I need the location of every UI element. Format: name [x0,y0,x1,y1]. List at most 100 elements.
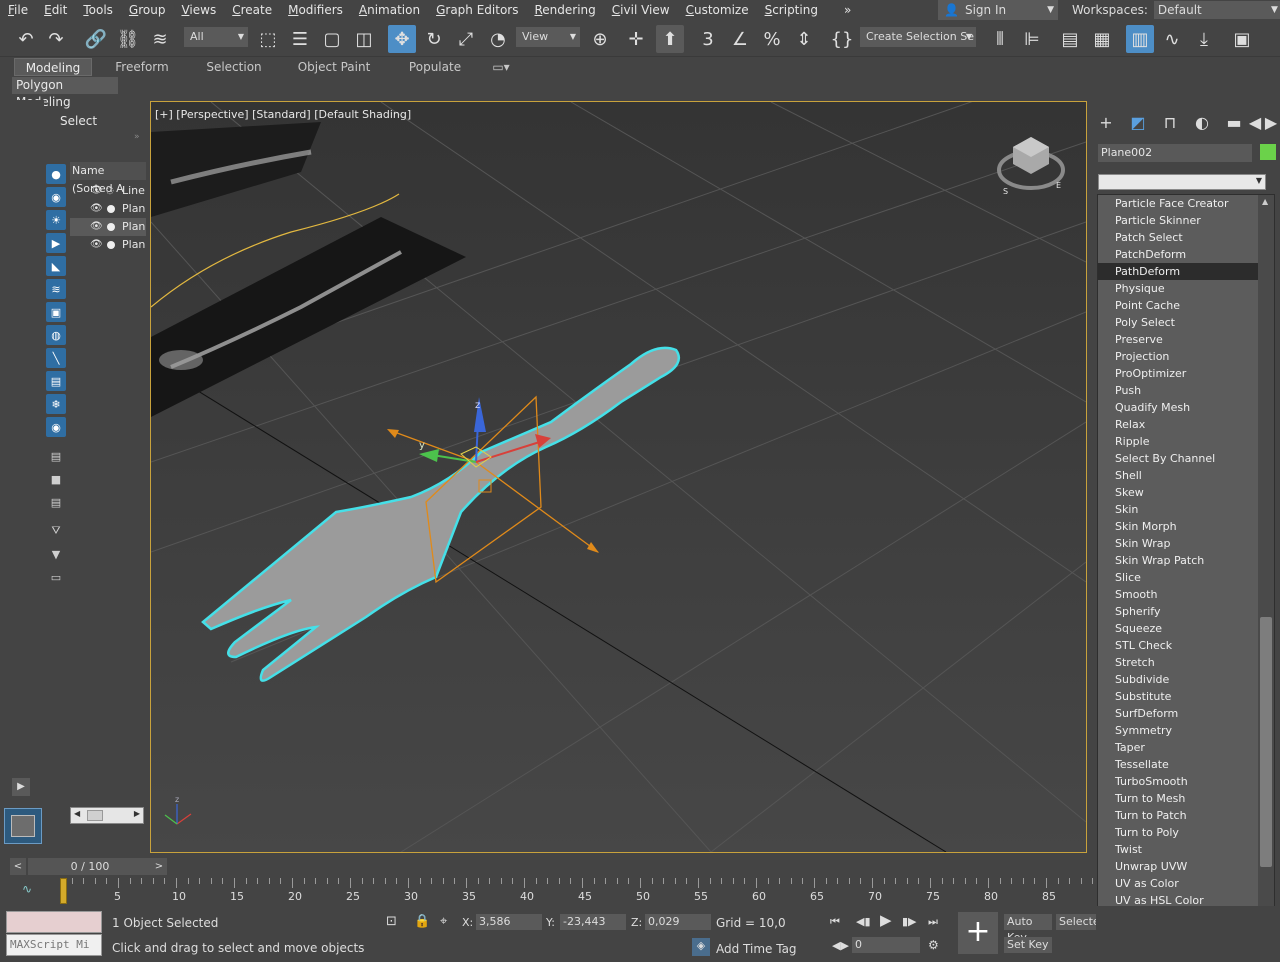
link-icon[interactable]: 🔗 [82,25,110,53]
angle-snap-icon[interactable]: ∠ [726,25,754,53]
schematic-view-icon[interactable]: ⤓ [1190,25,1218,53]
modifier-item[interactable]: SurfDeform [1098,705,1259,722]
redo-icon[interactable]: ↷ [42,25,70,53]
modifier-item[interactable]: Point Cache [1098,297,1259,314]
select-object-icon[interactable]: ⬚ [254,25,282,53]
modifier-list-dropdown[interactable]: ▼ [1098,174,1266,190]
curve-editor-toggle-icon[interactable]: ∿ [22,882,32,896]
undo-icon[interactable]: ↶ [12,25,40,53]
modifier-item[interactable]: UV as Color [1098,875,1259,892]
named-selection-dropdown[interactable]: Create Selection Se ▼ [860,27,976,47]
modifier-item[interactable]: Spherify [1098,603,1259,620]
rectangular-region-icon[interactable]: ▢ [318,25,346,53]
modifier-item[interactable]: Twist [1098,841,1259,858]
polygon-modeling-panel[interactable]: Polygon Modeling [12,77,118,109]
auto-key-button[interactable]: Auto Key [1004,914,1052,944]
list-icon[interactable]: ▤ [46,492,66,512]
eye-icon[interactable]: 👁 [90,236,103,254]
tab-selection[interactable]: Selection [192,58,276,76]
viewport-scene[interactable]: z y S E z [151,102,1086,852]
keyboard-shortcut-override-icon[interactable]: ⬆ [656,25,684,53]
window-crossing-icon[interactable]: ◫ [350,25,378,53]
scene-row-selected[interactable]: 👁 Plan [70,218,146,236]
modifier-item[interactable]: Substitute [1098,688,1259,705]
modifier-item[interactable]: Particle Skinner [1098,212,1259,229]
create-tab-icon[interactable]: + [1094,110,1118,134]
scroll-up-icon[interactable]: ▲ [1262,197,1268,206]
absolute-mode-icon[interactable]: ⌖ [440,914,447,930]
workspaces-dropdown[interactable]: Default ▼ [1153,1,1280,19]
align-icon[interactable]: ⊫ [1018,25,1046,53]
time-configuration-icon[interactable]: ⚙ [928,937,939,953]
layer-explorer-icon[interactable]: ▤ [1056,25,1084,53]
modifier-item[interactable]: Skew [1098,484,1259,501]
tab-object-paint[interactable]: Object Paint [286,58,382,76]
display-groups-icon[interactable]: ▣ [46,302,66,322]
dropdown-scrollbar-thumb[interactable] [1260,617,1272,867]
hierarchy-icon[interactable]: ▤ [46,446,66,466]
z-coordinate-field[interactable]: 0,029 [645,914,711,930]
scroll-left-icon[interactable]: ◀ [1248,110,1262,134]
menu-graph-editors[interactable]: Graph Editors [428,0,526,20]
motion-tab-icon[interactable]: ◐ [1190,110,1214,134]
display-spacewarps-icon[interactable]: ≋ [46,279,66,299]
play-animation-icon[interactable]: ▶ [880,912,892,928]
modifier-item[interactable]: Preserve [1098,331,1259,348]
modifier-item[interactable]: Ripple [1098,433,1259,450]
menu-animation[interactable]: Animation [351,0,428,20]
modify-tab-icon[interactable]: ◩ [1126,110,1150,134]
viewport-label[interactable]: [+] [Perspective] [Standard] [Default Sh… [155,108,411,121]
select-and-move-icon[interactable]: ✥ [388,25,416,53]
add-time-tag[interactable]: Add Time Tag [716,941,797,957]
modifier-item[interactable]: Push [1098,382,1259,399]
object-color-swatch[interactable] [1260,144,1276,160]
key-filter-dropdown[interactable]: Selecte [1056,914,1096,930]
menu-customize[interactable]: Customize [678,0,757,20]
layers-icon[interactable]: ■ [46,469,66,489]
modifier-dropdown-list[interactable]: Particle Face Creator Particle Skinner Pat… [1097,194,1275,950]
modifier-item[interactable]: Smooth [1098,586,1259,603]
select-and-rotate-icon[interactable]: ↻ [420,25,448,53]
timeline-track[interactable]: 5 10 15 20 25 30 35 40 45 50 55 60 65 70 75 80 85 [60,878,1095,904]
scrollbar-thumb[interactable] [87,810,103,821]
isolate-selection-icon[interactable]: ⊡ [386,914,397,930]
modifier-item[interactable]: Tessellate [1098,756,1259,773]
percent-snap-icon[interactable]: % [758,25,786,53]
select-by-name-icon[interactable]: ☰ [286,25,314,53]
key-mode-icon[interactable]: ◀▶ [832,938,849,954]
unlink-icon[interactable]: ⛓ [114,25,142,53]
snap-toggle-icon[interactable]: 3 [694,25,722,53]
curve-editor-icon[interactable]: ∿ [1158,25,1186,53]
modifier-item[interactable]: Symmetry [1098,722,1259,739]
x-coordinate-field[interactable]: 3,586 [476,914,542,930]
time-slider[interactable]: 0 / 100 [28,858,152,875]
modifier-item[interactable]: Skin [1098,501,1259,518]
current-frame-marker[interactable] [60,878,67,904]
go-to-end-icon[interactable]: ⏭ [928,914,938,930]
modifier-item[interactable]: Projection [1098,348,1259,365]
display-cameras-icon[interactable]: ▶ [46,233,66,253]
menu-scripting[interactable]: Scripting [757,0,826,20]
scene-row[interactable]: 👁 Plan [70,236,146,254]
spinner-snap-icon[interactable]: ⇕ [790,25,818,53]
y-coordinate-field[interactable]: -23,443 [560,914,626,930]
modifier-item[interactable]: Taper [1098,739,1259,756]
toggle-ribbon-icon[interactable]: ▦ [1088,25,1116,53]
filter-clear-icon[interactable]: ⛛ [46,521,66,541]
double-arrow-icon[interactable]: » [134,132,140,142]
modifier-item[interactable]: Turn to Mesh [1098,790,1259,807]
display-geometry-icon[interactable]: ◉ [46,187,66,207]
select-and-scale-icon[interactable]: ⤢ [452,25,480,53]
manipulate-icon[interactable]: ✛ [622,25,650,53]
menu-rendering[interactable]: Rendering [526,0,603,20]
display-hidden-icon[interactable]: ◉ [46,417,66,437]
mirror-icon[interactable]: ⫴ [986,25,1014,53]
tab-freeform[interactable]: Freeform [102,58,182,76]
modifier-item[interactable]: Physique [1098,280,1259,297]
maxscript-mini-listener[interactable]: MAXScript Mi [6,934,102,956]
display-lights-icon[interactable]: ☀ [46,210,66,230]
scroll-right-icon[interactable]: ▶ [134,809,140,818]
scene-explorer-icon[interactable]: ▥ [1126,25,1154,53]
reference-coordinate-dropdown[interactable]: View ▼ [516,27,580,47]
display-helpers-icon[interactable]: ◣ [46,256,66,276]
